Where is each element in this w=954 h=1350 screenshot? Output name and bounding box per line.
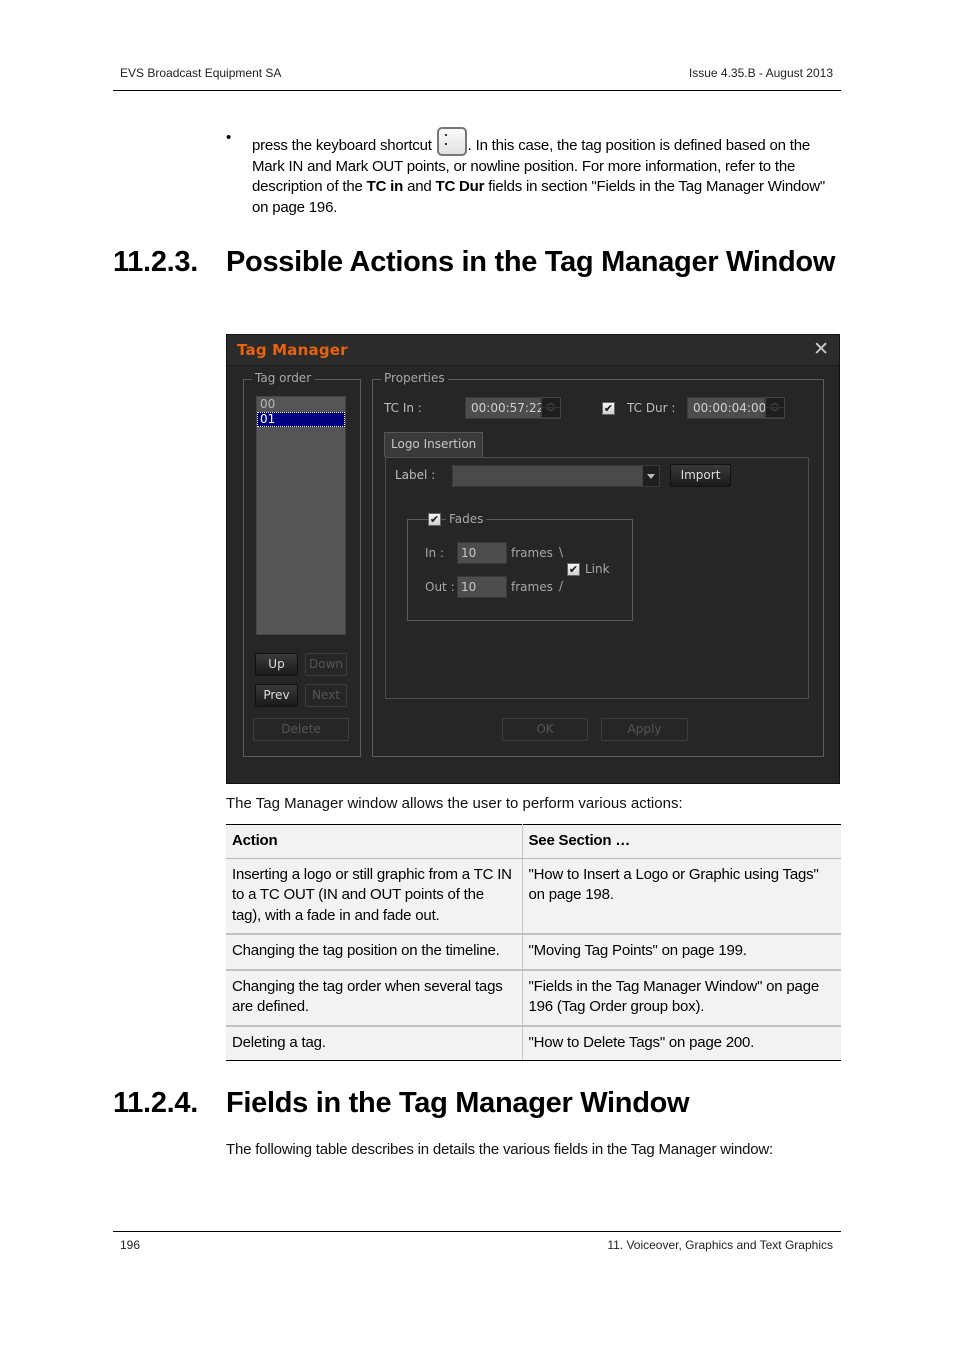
section-heading-fields: 11.2.4. Fields in the Tag Manager Window [113,1086,853,1122]
delete-button[interactable]: Delete [253,718,349,741]
tag-order-list[interactable]: 00 01 [256,396,346,635]
fades-checkbox[interactable]: ✔ [428,513,441,526]
bullet-marker: • [226,129,232,146]
table-row: Changing the tag position on the timelin… [226,934,841,971]
apply-button[interactable]: Apply [601,718,688,741]
actions-table: Action See Section … Inserting a logo or… [226,824,841,1061]
link-checkbox[interactable]: ✔ [567,563,580,576]
table-row: Deleting a tag. "How to Delete Tags" on … [226,1025,841,1061]
tag-order-group: Tag order 00 01 Up Down Prev Next Delete [243,371,361,757]
tag-manager-window: Tag Manager ✕ Tag order 00 01 Up Down Pr… [226,334,840,784]
table-caption: The Tag Manager window allows the user t… [226,795,683,812]
section-title: Fields in the Tag Manager Window [226,1087,690,1119]
link-bracket-bottom: / [559,579,564,593]
action-cell: Deleting a tag. [226,1025,523,1061]
section-heading-possible-actions: 11.2.3. Possible Actions in the Tag Mana… [113,245,853,317]
down-button[interactable]: Down [305,653,347,676]
header-company: EVS Broadcast Equipment SA [120,66,282,80]
header-issue: Issue 4.35.B - August 2013 [688,66,833,80]
spin-up-icon[interactable]: ︿ [542,398,560,408]
tag-list-item-selected[interactable]: 01 [257,412,345,427]
section-link-cell[interactable]: "How to Insert a Logo or Graphic using T… [522,858,841,935]
header-rule [113,90,841,91]
logo-insertion-panel: Label : Import ✔ Fades In : 10 frames \ … [385,457,809,699]
section-link-cell[interactable]: "How to Delete Tags" on page 200. [522,1025,841,1061]
fade-out-field[interactable]: 10 [457,576,507,598]
up-button[interactable]: Up [255,653,298,676]
fade-in-field[interactable]: 10 [457,542,507,564]
column-header-see-section: See Section … [522,824,841,859]
link-label: Link [585,562,610,576]
action-cell: Changing the tag order when several tags… [226,969,523,1027]
action-cell: Changing the tag position on the timelin… [226,934,523,971]
table-header-row: Action See Section … [226,824,841,859]
close-icon[interactable]: ✕ [813,338,829,360]
window-title-bar: Tag Manager ✕ [227,335,839,366]
next-button[interactable]: Next [305,684,347,707]
section-number: 11.2.4. [113,1087,198,1119]
column-header-action: Action [226,824,523,859]
section-link-cell[interactable]: "Moving Tag Points" on page 199. [522,934,841,971]
footer-chapter: 11. Voiceover, Graphics and Text Graphic… [607,1238,833,1252]
section-number: 11.2.3. [113,246,198,278]
fades-group: ✔ Fades In : 10 frames \ ✔ Link Out : 10… [407,512,633,621]
tc-in-label: TC In : [384,401,422,415]
spin-down-icon[interactable]: ﹀ [542,408,560,418]
prev-button[interactable]: Prev [255,684,298,707]
tc-in-field[interactable]: 00:00:57:22 [465,397,544,419]
spin-down-icon[interactable]: ﹀ [766,408,784,418]
chevron-down-icon[interactable] [642,466,659,486]
intro-bullet-text: press the keyboard shortcut . In this ca… [252,127,844,218]
tag-list-item[interactable]: 00 [257,397,345,412]
table-row: Changing the tag order when several tags… [226,969,841,1027]
tc-in-spinner[interactable]: ︿ ﹀ [541,397,561,419]
tag-order-label: Tag order [252,371,315,385]
colon-key-icon [436,127,467,156]
fade-in-unit: frames [511,546,553,560]
tc-dur-spinner[interactable]: ︿ ﹀ [765,397,785,419]
footer-rule [113,1231,841,1232]
label-dropdown[interactable] [452,465,660,487]
section-title: Possible Actions in the Tag Manager Wind… [226,246,836,278]
tab-logo-insertion[interactable]: Logo Insertion [384,432,484,457]
window-title: Tag Manager [237,341,348,359]
section-link-cell[interactable]: "Fields in the Tag Manager Window" on pa… [522,969,841,1027]
fade-out-unit: frames [511,580,553,594]
tc-dur-label: TC Dur : [627,401,676,415]
label-field-label: Label : [395,468,436,482]
tc-dur-field[interactable]: 00:00:04:00 [687,397,766,419]
properties-group: Properties TC In : 00:00:57:22 ︿ ﹀ ✔ TC … [372,371,824,757]
fades-label: Fades [446,512,487,526]
tc-in-term: TC in [366,178,404,195]
action-cell: Inserting a logo or still graphic from a… [226,858,523,935]
link-bracket-top: \ [559,545,564,559]
table-row: Inserting a logo or still graphic from a… [226,858,841,935]
tc-dur-checkbox[interactable]: ✔ [602,402,615,415]
tc-dur-term: TC Dur [435,178,485,195]
spin-up-icon[interactable]: ︿ [766,398,784,408]
fields-intro-text: The following table describes in details… [226,1141,774,1158]
ok-button[interactable]: OK [502,718,588,741]
footer-page-number: 196 [120,1238,141,1252]
properties-label: Properties [381,371,448,385]
import-button[interactable]: Import [670,464,731,487]
fade-in-label: In : [425,546,445,560]
fade-out-label: Out : [425,580,455,594]
